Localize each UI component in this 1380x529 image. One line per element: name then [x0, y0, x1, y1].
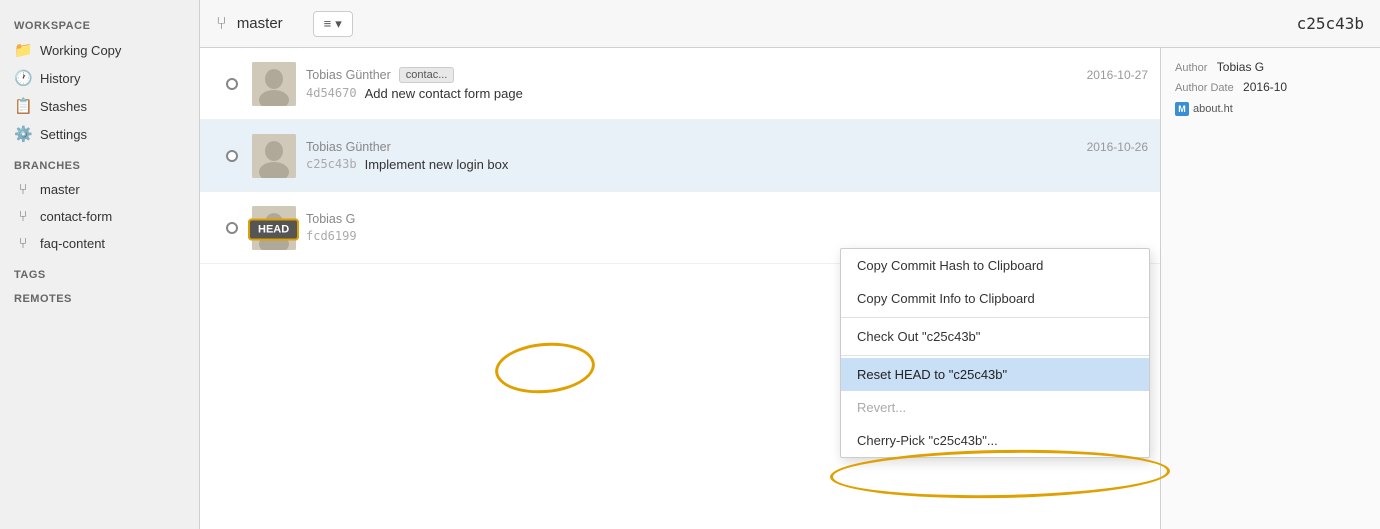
graph-dot-1	[226, 78, 238, 90]
author-value: Tobias G	[1217, 60, 1264, 74]
commit-hash-1: 4d54670	[306, 86, 357, 100]
graph-col-3: HEAD	[212, 222, 252, 234]
tags-label: Tags	[0, 257, 199, 285]
branch-icon-2: ⑂	[14, 208, 32, 225]
sidebar-history-label: History	[40, 71, 80, 86]
commit-list-area: Tobias Günther contac... 2016-10-27 4d54…	[200, 48, 1380, 529]
sidebar-settings-label: Settings	[40, 127, 87, 142]
graph-dot-2	[226, 150, 238, 162]
clock-icon: 🕐	[14, 69, 32, 87]
clipboard-icon: 📋	[14, 97, 32, 115]
sidebar-item-stashes[interactable]: 📋 Stashes	[0, 92, 199, 120]
context-menu-item-revert: Revert...	[841, 391, 1149, 424]
sidebar-branch-contact-form[interactable]: ⑂ contact-form	[0, 203, 199, 230]
context-menu: Copy Commit Hash to Clipboard Copy Commi…	[840, 248, 1150, 458]
commit-hash-2: c25c43b	[306, 157, 357, 171]
branch-icon-3: ⑂	[14, 235, 32, 252]
commit-branch-tag-1: contac...	[399, 67, 455, 83]
context-menu-item-reset-head[interactable]: Reset HEAD to "c25c43b"	[841, 358, 1149, 391]
toolbar: ⑂ master ≡ ▾ c25c43b	[200, 0, 1380, 48]
sidebar-item-working-copy[interactable]: 📁 Working Copy	[0, 36, 199, 64]
main-panel: ⑂ master ≡ ▾ c25c43b	[200, 0, 1380, 529]
right-panel: Author Tobias G Author Date 2016-10 M ab…	[1160, 48, 1380, 529]
sidebar-stashes-label: Stashes	[40, 99, 87, 114]
graph-col-2	[212, 150, 252, 162]
sidebar-branch-contact-form-label: contact-form	[40, 209, 112, 224]
context-menu-divider-1	[841, 317, 1149, 318]
commit-info-3: Tobias G fcd6199	[306, 212, 1148, 243]
sidebar-branch-faq-content[interactable]: ⑂ faq-content	[0, 230, 199, 257]
head-badge: HEAD	[248, 218, 299, 240]
avatar-1	[252, 62, 296, 106]
head-badge-wrapper: HEAD	[248, 220, 299, 235]
toolbar-menu-icon: ≡	[324, 16, 332, 31]
toolbar-branch-name: master	[237, 15, 283, 32]
context-menu-item-checkout[interactable]: Check Out "c25c43b"	[841, 320, 1149, 353]
folder-icon: 📁	[14, 41, 32, 59]
commit-info-2: Tobias Günther 2016-10-26 c25c43b Implem…	[306, 140, 1148, 172]
avatar-2	[252, 134, 296, 178]
workspace-label: Workspace	[0, 12, 199, 36]
sidebar-item-history[interactable]: 🕐 History	[0, 64, 199, 92]
branch-icon: ⑂	[14, 181, 32, 198]
commit-author-3: Tobias G	[306, 212, 355, 226]
file-entry-1: M about.ht	[1175, 100, 1366, 118]
sidebar: Workspace 📁 Working Copy 🕐 History 📋 Sta…	[0, 0, 200, 529]
sidebar-branch-master[interactable]: ⑂ master	[0, 176, 199, 203]
file-list-area: M about.ht	[1175, 100, 1366, 118]
context-menu-item-copy-info[interactable]: Copy Commit Info to Clipboard	[841, 282, 1149, 315]
sidebar-item-settings[interactable]: ⚙️ Settings	[0, 120, 199, 148]
gear-icon: ⚙️	[14, 125, 32, 143]
commit-author-1: Tobias Günther	[306, 68, 391, 82]
commit-msg-2: Implement new login box	[365, 157, 509, 172]
commit-row-2[interactable]: Tobias Günther 2016-10-26 c25c43b Implem…	[200, 120, 1160, 192]
commit-hash-3: fcd6199	[306, 229, 357, 243]
remotes-label: Remotes	[0, 285, 199, 309]
commit-msg-1: Add new contact form page	[365, 86, 523, 101]
context-menu-item-copy-hash[interactable]: Copy Commit Hash to Clipboard	[841, 249, 1149, 282]
commit-row-1[interactable]: Tobias Günther contac... 2016-10-27 4d54…	[200, 48, 1160, 120]
author-date-label: Author Date	[1175, 82, 1234, 94]
commit-author-2: Tobias Günther	[306, 140, 391, 154]
commit-date-1: 2016-10-27	[1087, 68, 1148, 82]
author-date-value: 2016-10	[1243, 80, 1287, 94]
sidebar-working-copy-label: Working Copy	[40, 43, 121, 58]
toolbar-menu-button[interactable]: ≡ ▾	[313, 11, 353, 37]
branches-label: Branches	[0, 148, 199, 176]
commit-hash-display: c25c43b	[1297, 14, 1364, 33]
context-menu-item-cherry-pick[interactable]: Cherry-Pick "c25c43b"...	[841, 424, 1149, 457]
sidebar-branch-master-label: master	[40, 182, 80, 197]
sidebar-branch-faq-content-label: faq-content	[40, 236, 105, 251]
commit-info-1: Tobias Günther contac... 2016-10-27 4d54…	[306, 67, 1148, 101]
file-badge-1: M	[1175, 102, 1189, 116]
toolbar-branch-icon: ⑂	[216, 13, 227, 34]
graph-col-1	[212, 78, 252, 90]
commit-date-2: 2016-10-26	[1087, 140, 1148, 154]
graph-dot-3	[226, 222, 238, 234]
toolbar-dropdown-icon: ▾	[335, 16, 342, 32]
context-menu-divider-2	[841, 355, 1149, 356]
file-name-1: about.ht	[1193, 103, 1233, 115]
author-label: Author	[1175, 62, 1207, 74]
